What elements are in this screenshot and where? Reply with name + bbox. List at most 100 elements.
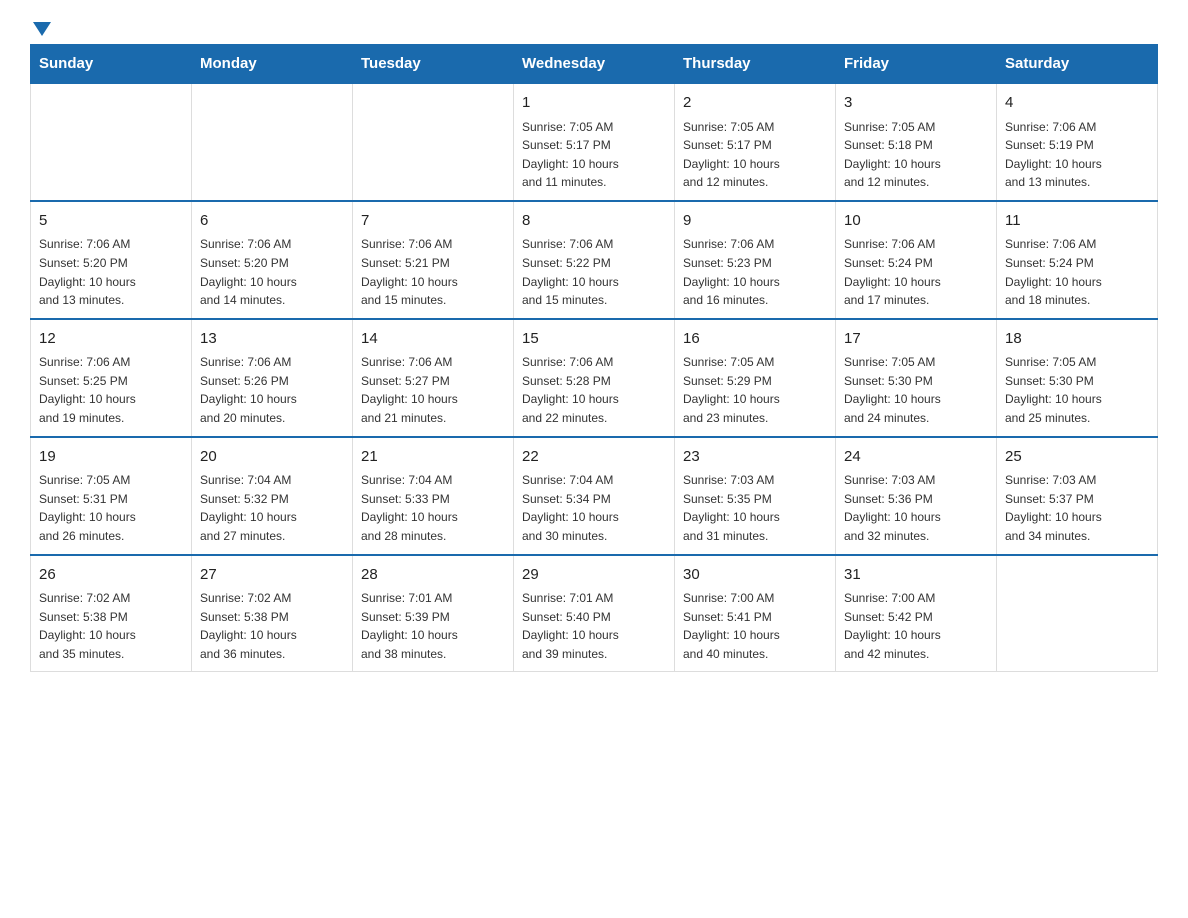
- calendar-cell: 5Sunrise: 7:06 AM Sunset: 5:20 PM Daylig…: [31, 201, 192, 319]
- day-info: Sunrise: 7:05 AM Sunset: 5:29 PM Dayligh…: [683, 353, 827, 427]
- day-number: 28: [361, 564, 505, 587]
- day-info: Sunrise: 7:01 AM Sunset: 5:39 PM Dayligh…: [361, 589, 505, 663]
- calendar-week-row: 5Sunrise: 7:06 AM Sunset: 5:20 PM Daylig…: [31, 201, 1158, 319]
- day-info: Sunrise: 7:01 AM Sunset: 5:40 PM Dayligh…: [522, 589, 666, 663]
- day-number: 6: [200, 210, 344, 233]
- calendar-cell: 17Sunrise: 7:05 AM Sunset: 5:30 PM Dayli…: [836, 319, 997, 437]
- calendar-week-row: 12Sunrise: 7:06 AM Sunset: 5:25 PM Dayli…: [31, 319, 1158, 437]
- calendar-cell: 1 Sunrise: 7:05 AM Sunset: 5:17 PM Daylig…: [514, 83, 675, 201]
- calendar-cell: 30Sunrise: 7:00 AM Sunset: 5:41 PM Dayli…: [675, 555, 836, 672]
- calendar-cell: [353, 83, 514, 201]
- calendar-cell: 20Sunrise: 7:04 AM Sunset: 5:32 PM Dayli…: [192, 437, 353, 555]
- calendar-cell: 2 Sunrise: 7:05 AM Sunset: 5:17 PM Daylig…: [675, 83, 836, 201]
- calendar-header-sunday: Sunday: [31, 45, 192, 84]
- calendar-cell: [31, 83, 192, 201]
- calendar-cell: 12Sunrise: 7:06 AM Sunset: 5:25 PM Dayli…: [31, 319, 192, 437]
- day-number: 3: [844, 92, 988, 115]
- calendar-cell: 15Sunrise: 7:06 AM Sunset: 5:28 PM Dayli…: [514, 319, 675, 437]
- calendar-cell: 4 Sunrise: 7:06 AM Sunset: 5:19 PM Daylig…: [997, 83, 1158, 201]
- day-number: 23: [683, 446, 827, 469]
- day-info: Sunrise: 7:03 AM Sunset: 5:35 PM Dayligh…: [683, 471, 827, 545]
- calendar-header-tuesday: Tuesday: [353, 45, 514, 84]
- day-number: 7: [361, 210, 505, 233]
- day-info: Sunrise: 7:05 AM Sunset: 5:18 PM Dayligh…: [844, 118, 988, 192]
- logo: [30, 20, 51, 34]
- day-info: Sunrise: 7:05 AM Sunset: 5:17 PM Dayligh…: [683, 118, 827, 192]
- day-number: 13: [200, 328, 344, 351]
- day-info: Sunrise: 7:05 AM Sunset: 5:30 PM Dayligh…: [1005, 353, 1149, 427]
- page-header: [30, 20, 1158, 34]
- calendar-cell: 19Sunrise: 7:05 AM Sunset: 5:31 PM Dayli…: [31, 437, 192, 555]
- day-number: 25: [1005, 446, 1149, 469]
- calendar-week-row: 19Sunrise: 7:05 AM Sunset: 5:31 PM Dayli…: [31, 437, 1158, 555]
- day-number: 17: [844, 328, 988, 351]
- day-info: Sunrise: 7:05 AM Sunset: 5:31 PM Dayligh…: [39, 471, 183, 545]
- day-number: 29: [522, 564, 666, 587]
- calendar-cell: 29Sunrise: 7:01 AM Sunset: 5:40 PM Dayli…: [514, 555, 675, 672]
- calendar-cell: 21Sunrise: 7:04 AM Sunset: 5:33 PM Dayli…: [353, 437, 514, 555]
- calendar-cell: 25Sunrise: 7:03 AM Sunset: 5:37 PM Dayli…: [997, 437, 1158, 555]
- day-number: 20: [200, 446, 344, 469]
- calendar-cell: 14Sunrise: 7:06 AM Sunset: 5:27 PM Dayli…: [353, 319, 514, 437]
- calendar-header-wednesday: Wednesday: [514, 45, 675, 84]
- day-number: 15: [522, 328, 666, 351]
- calendar-week-row: 26Sunrise: 7:02 AM Sunset: 5:38 PM Dayli…: [31, 555, 1158, 672]
- calendar-cell: 27Sunrise: 7:02 AM Sunset: 5:38 PM Dayli…: [192, 555, 353, 672]
- day-info: Sunrise: 7:06 AM Sunset: 5:24 PM Dayligh…: [844, 235, 988, 309]
- day-number: 5: [39, 210, 183, 233]
- day-info: Sunrise: 7:06 AM Sunset: 5:20 PM Dayligh…: [200, 235, 344, 309]
- day-number: 27: [200, 564, 344, 587]
- day-info: Sunrise: 7:05 AM Sunset: 5:17 PM Dayligh…: [522, 118, 666, 192]
- calendar-cell: 28Sunrise: 7:01 AM Sunset: 5:39 PM Dayli…: [353, 555, 514, 672]
- day-info: Sunrise: 7:06 AM Sunset: 5:22 PM Dayligh…: [522, 235, 666, 309]
- day-info: Sunrise: 7:04 AM Sunset: 5:33 PM Dayligh…: [361, 471, 505, 545]
- calendar-cell: [192, 83, 353, 201]
- calendar-cell: 3 Sunrise: 7:05 AM Sunset: 5:18 PM Daylig…: [836, 83, 997, 201]
- calendar-cell: [997, 555, 1158, 672]
- day-info: Sunrise: 7:06 AM Sunset: 5:19 PM Dayligh…: [1005, 118, 1149, 192]
- calendar-header-saturday: Saturday: [997, 45, 1158, 84]
- day-info: Sunrise: 7:05 AM Sunset: 5:30 PM Dayligh…: [844, 353, 988, 427]
- calendar-header-thursday: Thursday: [675, 45, 836, 84]
- calendar-table: SundayMondayTuesdayWednesdayThursdayFrid…: [30, 44, 1158, 672]
- calendar-cell: 8Sunrise: 7:06 AM Sunset: 5:22 PM Daylig…: [514, 201, 675, 319]
- day-number: 22: [522, 446, 666, 469]
- day-info: Sunrise: 7:06 AM Sunset: 5:20 PM Dayligh…: [39, 235, 183, 309]
- day-info: Sunrise: 7:03 AM Sunset: 5:36 PM Dayligh…: [844, 471, 988, 545]
- day-info: Sunrise: 7:04 AM Sunset: 5:32 PM Dayligh…: [200, 471, 344, 545]
- day-number: 11: [1005, 210, 1149, 233]
- day-number: 19: [39, 446, 183, 469]
- day-info: Sunrise: 7:06 AM Sunset: 5:23 PM Dayligh…: [683, 235, 827, 309]
- day-info: Sunrise: 7:03 AM Sunset: 5:37 PM Dayligh…: [1005, 471, 1149, 545]
- day-info: Sunrise: 7:06 AM Sunset: 5:25 PM Dayligh…: [39, 353, 183, 427]
- calendar-cell: 6Sunrise: 7:06 AM Sunset: 5:20 PM Daylig…: [192, 201, 353, 319]
- day-number: 16: [683, 328, 827, 351]
- calendar-cell: 22Sunrise: 7:04 AM Sunset: 5:34 PM Dayli…: [514, 437, 675, 555]
- day-number: 18: [1005, 328, 1149, 351]
- day-info: Sunrise: 7:00 AM Sunset: 5:41 PM Dayligh…: [683, 589, 827, 663]
- calendar-cell: 7Sunrise: 7:06 AM Sunset: 5:21 PM Daylig…: [353, 201, 514, 319]
- day-info: Sunrise: 7:06 AM Sunset: 5:24 PM Dayligh…: [1005, 235, 1149, 309]
- calendar-cell: 10Sunrise: 7:06 AM Sunset: 5:24 PM Dayli…: [836, 201, 997, 319]
- day-number: 4: [1005, 92, 1149, 115]
- calendar-cell: 23Sunrise: 7:03 AM Sunset: 5:35 PM Dayli…: [675, 437, 836, 555]
- day-number: 2: [683, 92, 827, 115]
- day-number: 24: [844, 446, 988, 469]
- day-info: Sunrise: 7:02 AM Sunset: 5:38 PM Dayligh…: [200, 589, 344, 663]
- day-number: 1: [522, 92, 666, 115]
- calendar-header-row: SundayMondayTuesdayWednesdayThursdayFrid…: [31, 45, 1158, 84]
- day-number: 10: [844, 210, 988, 233]
- day-info: Sunrise: 7:06 AM Sunset: 5:27 PM Dayligh…: [361, 353, 505, 427]
- day-number: 26: [39, 564, 183, 587]
- calendar-cell: 26Sunrise: 7:02 AM Sunset: 5:38 PM Dayli…: [31, 555, 192, 672]
- day-number: 31: [844, 564, 988, 587]
- day-number: 30: [683, 564, 827, 587]
- day-info: Sunrise: 7:04 AM Sunset: 5:34 PM Dayligh…: [522, 471, 666, 545]
- calendar-cell: 18Sunrise: 7:05 AM Sunset: 5:30 PM Dayli…: [997, 319, 1158, 437]
- calendar-cell: 9Sunrise: 7:06 AM Sunset: 5:23 PM Daylig…: [675, 201, 836, 319]
- day-number: 12: [39, 328, 183, 351]
- day-info: Sunrise: 7:06 AM Sunset: 5:28 PM Dayligh…: [522, 353, 666, 427]
- day-info: Sunrise: 7:02 AM Sunset: 5:38 PM Dayligh…: [39, 589, 183, 663]
- day-info: Sunrise: 7:06 AM Sunset: 5:21 PM Dayligh…: [361, 235, 505, 309]
- calendar-week-row: 1 Sunrise: 7:05 AM Sunset: 5:17 PM Daylig…: [31, 83, 1158, 201]
